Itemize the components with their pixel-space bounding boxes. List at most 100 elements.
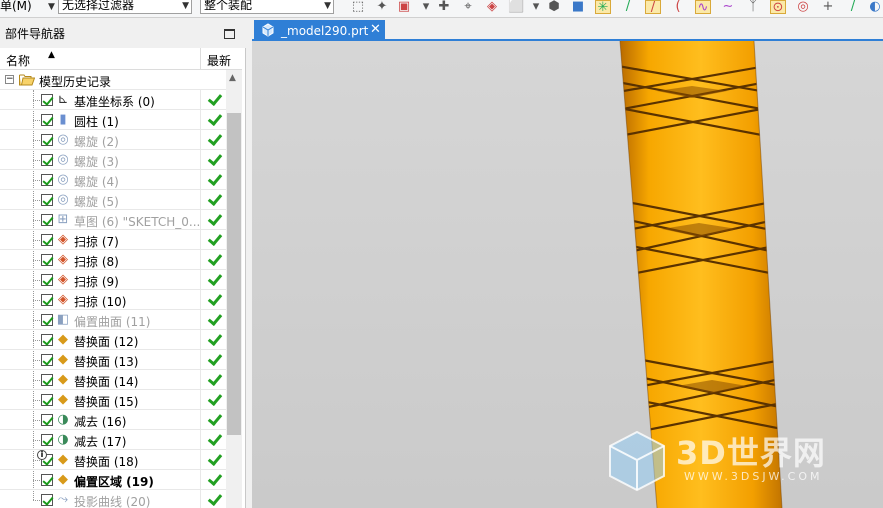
scroll-thumb[interactable] — [227, 113, 241, 435]
feature-visibility-checkbox[interactable] — [41, 154, 53, 166]
feature-row[interactable]: ◎ 螺旋 (4) — [0, 170, 226, 190]
snap-tangent-icon[interactable]: / — [845, 0, 861, 14]
sketch-icon: ⊞ — [57, 212, 69, 227]
snap-quadrant-icon[interactable]: ◎ — [795, 0, 811, 14]
scroll-up-icon[interactable]: ▲ — [229, 73, 236, 83]
feature-row[interactable]: ◆ 替换面 (13) — [0, 350, 226, 370]
feature-visibility-checkbox[interactable] — [41, 354, 53, 366]
feature-row[interactable]: ▮ 圆柱 (1) — [0, 110, 226, 130]
tree-branch — [33, 420, 40, 421]
feature-visibility-checkbox[interactable] — [41, 94, 53, 106]
feature-visibility-checkbox[interactable] — [41, 434, 53, 446]
feature-row[interactable]: ⤳ 投影曲线 (20) — [0, 490, 226, 508]
select-body-icon[interactable]: ⌖ — [460, 0, 476, 14]
feature-row[interactable]: ◈ 扫掠 (10) — [0, 290, 226, 310]
column-divider — [200, 350, 201, 370]
feature-row[interactable]: ◎ 螺旋 (5) — [0, 190, 226, 210]
assembly-scope-combo[interactable]: 整个装配 ▼ — [200, 0, 334, 14]
sweep-icon: ◈ — [58, 272, 68, 287]
replace-face-icon: ◆ — [58, 352, 68, 367]
menu-dropdown-icon[interactable]: ▼ — [48, 2, 55, 12]
snap-arc-icon[interactable]: ( — [670, 0, 686, 14]
shaded-icon[interactable]: ■ — [570, 0, 586, 14]
feature-visibility-checkbox[interactable] — [41, 234, 53, 246]
feature-visibility-checkbox[interactable] — [41, 474, 53, 486]
dropdown-icon[interactable]: ▾ — [528, 0, 544, 14]
feature-visibility-checkbox[interactable] — [41, 134, 53, 146]
select-feature-icon[interactable]: ⬚ — [350, 0, 366, 14]
feature-visibility-checkbox[interactable] — [41, 334, 53, 346]
select-face-icon[interactable]: ▣ — [396, 0, 412, 14]
feature-row[interactable]: ◆ 偏置区域 (19) — [0, 470, 226, 490]
close-icon[interactable]: ✕ — [370, 22, 381, 37]
select-curve-icon[interactable]: ✦ — [374, 0, 390, 14]
replace-face-icon: ◆ — [58, 332, 68, 347]
tree-branch — [33, 400, 40, 401]
tree-branch — [33, 300, 40, 301]
column-latest[interactable]: 最新 — [207, 52, 231, 69]
part-navigator: 部件导航器 名称 ▲ 最新 − 模型历史记录 ⊾ 基准坐标系 (0) ▮ 圆柱 (1)… — [0, 20, 246, 508]
feature-visibility-checkbox[interactable] — [41, 254, 53, 266]
column-name[interactable]: 名称 — [6, 52, 30, 69]
sort-ascending-icon[interactable]: ▲ — [48, 50, 55, 60]
snap-point-icon[interactable]: ✚ — [436, 0, 452, 14]
tab-model290[interactable]: _model290.prt ✕ — [254, 20, 385, 41]
feature-visibility-checkbox[interactable] — [41, 494, 53, 506]
menu-button[interactable]: 单(M) — [0, 0, 48, 14]
feature-visibility-checkbox[interactable] — [41, 274, 53, 286]
feature-visibility-checkbox[interactable] — [41, 194, 53, 206]
feature-row[interactable]: ◑ 减去 (16) — [0, 410, 226, 430]
snap-vertex-icon[interactable]: ᛉ — [745, 0, 761, 14]
up-to-date-check-icon — [207, 112, 221, 126]
feature-row[interactable]: ⊞ 草图 (6) "SKETCH_0... — [0, 210, 226, 230]
feature-visibility-checkbox[interactable] — [41, 374, 53, 386]
replace-face-icon: ◆ — [58, 452, 68, 467]
feature-row[interactable]: ◧ 偏置曲面 (11) — [0, 310, 226, 330]
snap-center-icon[interactable]: ⊙ — [770, 0, 786, 14]
select-component-icon[interactable]: ◈ — [484, 0, 500, 14]
column-divider — [200, 290, 201, 310]
feature-visibility-checkbox[interactable] — [41, 114, 53, 126]
snap-more-icon[interactable]: ◐ — [867, 0, 883, 14]
snap-intersection-icon[interactable]: + — [820, 0, 836, 14]
snap-midpoint-icon[interactable]: / — [645, 0, 661, 14]
feature-row[interactable]: ◆ 替换面 (14) — [0, 370, 226, 390]
feature-row[interactable]: ◈ 扫掠 (9) — [0, 270, 226, 290]
snap-curve-icon[interactable]: ∼ — [720, 0, 736, 14]
feature-label: 扫掠 (10) — [74, 295, 127, 309]
maximize-icon[interactable] — [224, 29, 235, 39]
feature-row[interactable]: ◆ 替换面 (15) — [0, 390, 226, 410]
feature-row[interactable]: ◎ 螺旋 (3) — [0, 150, 226, 170]
feature-row[interactable]: ◎ 螺旋 (2) — [0, 130, 226, 150]
rectangle-select-icon[interactable]: ⬜ — [508, 0, 524, 14]
model-history-row[interactable]: − 模型历史记录 — [0, 70, 226, 90]
snap-spline-icon[interactable]: ∿ — [695, 0, 711, 14]
column-divider[interactable] — [200, 48, 201, 70]
feature-visibility-checkbox[interactable] — [41, 414, 53, 426]
column-divider — [200, 330, 201, 350]
feature-row[interactable]: ◈ 扫掠 (7) — [0, 230, 226, 250]
navigator-scrollbar[interactable]: ▲ — [226, 70, 242, 508]
feature-visibility-checkbox[interactable] — [41, 314, 53, 326]
feature-visibility-checkbox[interactable] — [41, 394, 53, 406]
collapse-icon[interactable]: − — [5, 75, 14, 84]
feature-row[interactable]: ◑ 减去 (17) — [0, 430, 226, 450]
feature-row[interactable]: ⊾ 基准坐标系 (0) — [0, 90, 226, 110]
feature-visibility-checkbox[interactable] — [41, 294, 53, 306]
snap-line-icon[interactable]: / — [620, 0, 636, 14]
feature-row[interactable]: ◈ 扫掠 (8) — [0, 250, 226, 270]
selection-filter-combo[interactable]: 无选择过滤器 ▼ — [58, 0, 192, 14]
sweep-icon: ◈ — [58, 232, 68, 247]
replace-face-icon: ◆ — [58, 392, 68, 407]
tree-branch — [33, 380, 40, 381]
snap-endpoint-icon[interactable]: ✳ — [595, 0, 611, 14]
feature-label: 减去 (17) — [74, 435, 127, 449]
tab-label: _model290.prt — [281, 24, 369, 38]
feature-visibility-checkbox[interactable] — [41, 214, 53, 226]
feature-visibility-checkbox[interactable] — [41, 174, 53, 186]
up-to-date-check-icon — [207, 492, 221, 506]
solid-view-icon[interactable]: ⬢ — [546, 0, 562, 14]
dropdown-icon[interactable]: ▾ — [418, 0, 434, 14]
feature-row[interactable]: ◆ 替换面 (12) — [0, 330, 226, 350]
feature-row[interactable]: i ◆ 替换面 (18) — [0, 450, 226, 470]
